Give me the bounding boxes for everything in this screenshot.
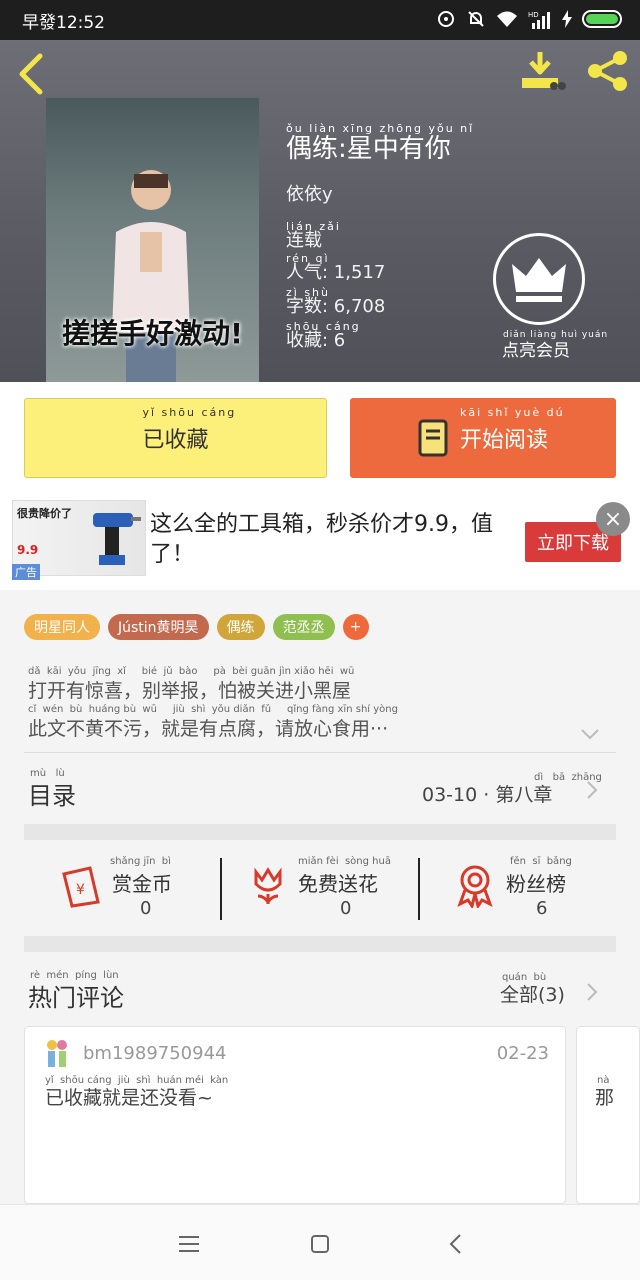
back-chevron-icon <box>449 1234 461 1254</box>
drill-icon <box>93 513 141 565</box>
ad-badge: 广告 <box>12 564 40 580</box>
vip-crown-button[interactable] <box>493 233 585 325</box>
stat-value: 0 <box>140 898 152 919</box>
action-buttons: yǐ shōu cáng 已收藏 kāi shǐ yuè dú 开始阅读 <box>0 382 640 492</box>
description-line1-pinyin: dǎ kāi yǒu jīng xǐ bié jǔ bào pà bèi guā… <box>28 666 355 677</box>
book-details: 明星同人 Jústin黄明昊 偶练 范丞丞 + dǎ kāi yǒu jīng … <box>0 590 640 1204</box>
menu-button[interactable] <box>174 1229 204 1259</box>
share-icon[interactable] <box>586 50 630 92</box>
tag-item[interactable]: Jústin黄明昊 <box>108 614 209 640</box>
stat-label: 免费送花 <box>298 872 378 896</box>
stat-label: 赏金币 <box>112 872 172 896</box>
book-icon <box>418 419 448 457</box>
hotspot-icon <box>438 11 454 27</box>
status-icons: HD <box>436 9 622 29</box>
comment-preview-text: 那 <box>595 1087 615 1109</box>
section-separator <box>24 936 616 952</box>
tag-list: 明星同人 Jústin黄明昊 偶练 范丞丞 + <box>24 614 369 640</box>
stat-divider <box>220 858 222 920</box>
home-button[interactable] <box>305 1229 335 1259</box>
nav-back-button[interactable] <box>440 1229 470 1259</box>
fan-ranking[interactable]: fěn sī bǎng 粉丝榜 6 <box>456 842 606 938</box>
avatar <box>47 1040 67 1067</box>
status-time: 早發12:52 <box>22 13 105 33</box>
red-envelope-icon: ¥ <box>62 866 100 908</box>
book-popularity: 人气: 1,517 <box>286 262 386 283</box>
charging-icon <box>562 10 572 28</box>
hot-comments-title: 热门评论 <box>28 984 124 1012</box>
crown-icon <box>512 258 566 302</box>
collect-pinyin: yǐ shōu cáng <box>142 406 237 419</box>
home-square-icon <box>311 1235 329 1253</box>
toc-label: 目录 <box>28 782 76 810</box>
ad-image-price: 9.9 <box>17 543 39 557</box>
stats-row: ¥ shǎng jīn bì 赏金币 0 miǎn fèi sòng huā 免… <box>24 842 616 938</box>
comment-user[interactable]: bm1989750944 <box>83 1043 226 1064</box>
medal-icon <box>457 865 493 908</box>
free-flowers[interactable]: miǎn fèi sòng huā 免费送花 0 <box>250 842 420 938</box>
cover-caption: 搓搓手好激动! <box>62 317 243 350</box>
svg-text:¥: ¥ <box>76 882 85 898</box>
start-reading-button[interactable]: kāi shǐ yuè dú 开始阅读 <box>350 398 616 478</box>
menu-icon <box>179 1236 199 1252</box>
stat-divider <box>418 858 420 920</box>
description-line1: 打开有惊喜，别举报，怕被关进小黑屋 <box>28 680 352 702</box>
stat-value: 0 <box>340 898 352 919</box>
divider <box>24 752 616 753</box>
stat-value: 6 <box>536 898 548 919</box>
status-bar: 早發12:52 HD <box>0 0 640 40</box>
mute-bell-icon <box>468 11 484 27</box>
ad-banner[interactable]: 很贵降价了 9.9 广告 这么全的工具箱，秒杀价才9.9，值了！ 立即下载 × <box>0 492 640 590</box>
book-title: 偶练:星中有你 <box>286 134 451 164</box>
wifi-icon <box>497 11 517 27</box>
add-tag-button[interactable]: + <box>342 614 369 640</box>
stat-pinyin: miǎn fèi sòng huā <box>298 856 391 867</box>
book-status: 连载 <box>286 230 322 251</box>
download-icon[interactable] <box>520 50 566 92</box>
stat-pinyin: fěn sī bǎng <box>510 856 572 867</box>
book-description[interactable]: dǎ kāi yǒu jīng xǐ bié jǔ bào pà bèi guā… <box>28 666 608 742</box>
svg-text:HD: HD <box>528 11 539 19</box>
book-header: 搓搓手好激动! ǒu liàn xīng zhōng yǒu nǐ 偶练:星中有… <box>0 40 640 382</box>
flower-icon <box>254 867 282 904</box>
comment-card[interactable]: nà 那 <box>576 1026 640 1204</box>
read-pinyin: kāi shǐ yuè dú <box>459 406 565 419</box>
vip-label[interactable]: 点亮会员 <box>502 336 570 361</box>
stat-pinyin: shǎng jīn bì <box>110 856 171 867</box>
read-label: 开始阅读 <box>459 428 548 453</box>
system-nav-bar <box>0 1204 640 1280</box>
ad-close-button[interactable]: × <box>596 502 630 536</box>
book-cover[interactable]: 搓搓手好激动! <box>46 98 259 382</box>
comment-card[interactable]: bm1989750944 02-23 yǐ shōu cáng jiù shì … <box>24 1026 566 1204</box>
chevron-right-icon <box>587 983 598 1001</box>
description-line2-pinyin: cǐ wén bù huáng bù wū jiù shì yǒu diǎn f… <box>28 704 398 715</box>
stat-label: 粉丝榜 <box>506 872 566 896</box>
toc-latest-chapter: 03-10 · 第八章 <box>422 784 553 806</box>
tag-item[interactable]: 明星同人 <box>24 614 100 640</box>
book-favorites: 收藏: 6 <box>286 330 346 351</box>
comment-text: 已收藏就是还没看~ <box>45 1087 213 1109</box>
description-line2: 此文不黄不污，就是有点腐，请放心食用··· <box>28 718 389 740</box>
back-arrow-icon[interactable] <box>16 52 46 96</box>
ad-text[interactable]: 这么全的工具箱，秒杀价才9.9，值了！ <box>150 510 495 570</box>
all-comments-link[interactable]: 全部(3) <box>500 980 565 1007</box>
collect-label: 已收藏 <box>142 428 209 453</box>
comment-date: 02-23 <box>496 1043 549 1064</box>
chevron-right-icon <box>587 781 598 799</box>
battery-icon <box>582 10 622 28</box>
collect-button[interactable]: yǐ shōu cáng 已收藏 <box>24 398 327 478</box>
book-author[interactable]: 依依y <box>286 180 333 206</box>
signal-icon: HD <box>528 11 550 29</box>
ad-image-title: 很贵降价了 <box>17 507 72 520</box>
reward-coins[interactable]: ¥ shǎng jīn bì 赏金币 0 <box>60 842 210 938</box>
expand-chevron-icon[interactable] <box>580 728 600 740</box>
tag-item[interactable]: 范丞丞 <box>272 614 335 640</box>
book-word-count: 字数: 6,708 <box>286 296 386 317</box>
tag-item[interactable]: 偶练 <box>216 614 265 640</box>
section-separator <box>24 824 616 840</box>
